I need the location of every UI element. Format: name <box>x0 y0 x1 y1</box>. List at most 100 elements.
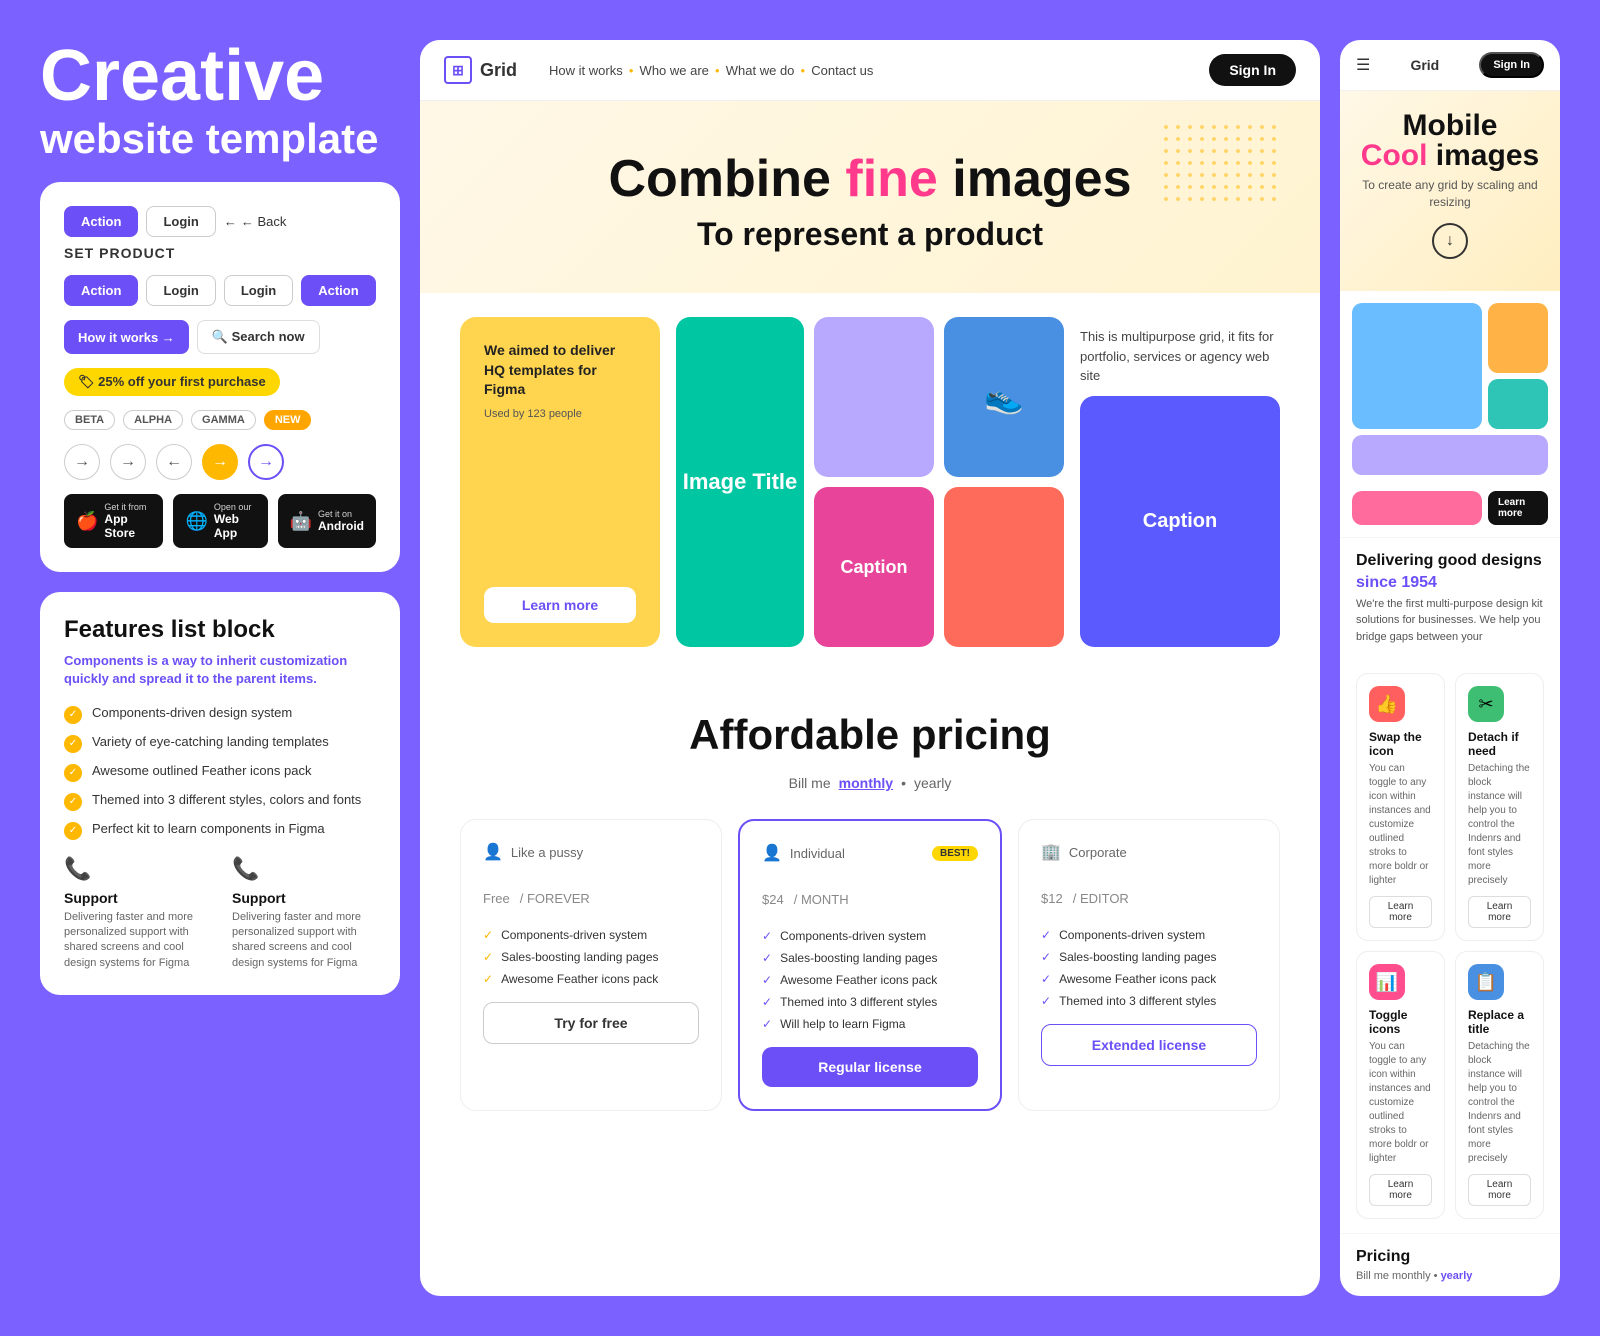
info-text: This is multipurpose grid, it fits for p… <box>1080 317 1280 386</box>
mobile-navbar: ☰ Grid Sign In <box>1340 40 1560 91</box>
nav-dot-2: ● <box>715 66 720 75</box>
yellow-card-text: We aimed to deliver HQ templates for Fig… <box>484 341 636 400</box>
detach-icon: ✂ <box>1468 686 1504 722</box>
feature-item-5: ✓ Perfect kit to learn components in Fig… <box>64 821 376 840</box>
mobile-pricing-title: Pricing <box>1356 1248 1544 1266</box>
action-btn-1[interactable]: Action <box>64 206 138 237</box>
price-period-free: / FOREVER <box>520 891 590 906</box>
webapp-top-label: Open our <box>214 502 256 512</box>
hamburger-icon[interactable]: ☰ <box>1356 55 1370 75</box>
webapp-bottom-label: Web App <box>214 512 256 540</box>
billing-monthly[interactable]: monthly <box>839 775 893 791</box>
grid-section: We aimed to deliver HQ templates for Fig… <box>420 293 1320 671</box>
arrow-btn-4[interactable]: → <box>202 444 238 480</box>
nav-link-what[interactable]: What we do <box>726 63 795 78</box>
login-btn-2[interactable]: Login <box>146 275 215 306</box>
feat-learn-btn-3[interactable]: Learn more <box>1369 1174 1432 1206</box>
button-row-1: Action Login ← ← Back SET PRODUCT <box>64 206 376 261</box>
login-btn-1[interactable]: Login <box>146 206 215 237</box>
nav-link-who[interactable]: Who we are <box>640 63 709 78</box>
tier-label-individual: Individual <box>790 846 845 861</box>
pf-label-free-3: Awesome Feather icons pack <box>501 972 658 986</box>
android-icon: 🤖 <box>290 511 312 532</box>
pf-ind-4: ✓Themed into 3 different styles <box>762 995 978 1009</box>
feat-learn-btn-4[interactable]: Learn more <box>1468 1174 1531 1206</box>
apple-icon: 🍎 <box>76 511 98 532</box>
pf-corp-1: ✓Components-driven system <box>1041 928 1257 942</box>
mobile-pricing: Pricing Bill me monthly • yearly <box>1340 1233 1560 1296</box>
arrow-btn-5[interactable]: → <box>248 444 284 480</box>
pf-label-ind-2: Sales-boosting landing pages <box>780 951 937 965</box>
action-btn-2[interactable]: Action <box>64 275 138 306</box>
web-icon: 🌐 <box>185 511 207 532</box>
pf-check-ind-3: ✓ <box>762 973 772 987</box>
image-grid: Image Title 👟 Caption <box>676 317 1064 647</box>
mobile-signin-btn[interactable]: Sign In <box>1479 52 1544 78</box>
arrow-btn-3[interactable]: ← <box>156 444 192 480</box>
mobile-billing-highlight[interactable]: yearly <box>1441 1270 1473 1282</box>
app-store-btn[interactable]: 🍎 Get it from App Store <box>64 494 163 548</box>
web-app-btn[interactable]: 🌐 Open our Web App <box>173 494 267 548</box>
feat-card-title-3: Toggle icons <box>1369 1008 1432 1036</box>
pf-check-ind-5: ✓ <box>762 1017 772 1031</box>
mobile-grid-purple <box>1352 435 1548 475</box>
hero-dots-decoration <box>1160 121 1280 201</box>
hero-title: Creative <box>40 40 400 112</box>
mobile-image-grid: Learn more <box>1340 291 1560 537</box>
pf-ind-2: ✓Sales-boosting landing pages <box>762 951 978 965</box>
pf-check-corp-4: ✓ <box>1041 994 1051 1008</box>
feat-card-title-2: Detach if need <box>1468 730 1531 758</box>
price-card-free: 👤 Like a pussy Free / FOREVER ✓Component… <box>460 819 722 1111</box>
feat-learn-btn-1[interactable]: Learn more <box>1369 896 1432 928</box>
check-icon-4: ✓ <box>64 793 82 811</box>
image-title-label: Image Title <box>683 469 798 495</box>
how-it-works-btn[interactable]: How it works → <box>64 320 189 354</box>
search-now-btn[interactable]: 🔍 Search now <box>197 320 320 354</box>
back-label: ← Back <box>241 214 287 229</box>
mobile-hero-title: Mobile <box>1356 111 1544 141</box>
android-bottom-label: Android <box>318 519 364 533</box>
support-icon-1: 📞 <box>64 856 208 882</box>
mobile-section-title-accent: since 1954 <box>1356 574 1544 592</box>
nav-logo-text: Grid <box>480 60 517 81</box>
info-card: This is multipurpose grid, it fits for p… <box>1080 317 1280 647</box>
login-btn-3[interactable]: Login <box>224 275 293 306</box>
billing-separator: • <box>901 775 906 791</box>
tier-label-free: Like a pussy <box>511 845 583 860</box>
tag-new: NEW <box>264 410 312 430</box>
nav-signin-btn[interactable]: Sign In <box>1209 54 1296 86</box>
regular-license-btn[interactable]: Regular license <box>762 1047 978 1087</box>
price-tier-free: 👤 Like a pussy <box>483 842 699 862</box>
arrow-btn-1[interactable]: → <box>64 444 100 480</box>
try-free-btn[interactable]: Try for free <box>483 1002 699 1044</box>
nav-link-how[interactable]: How it works <box>549 63 623 78</box>
support-row: 📞 Support Delivering faster and more per… <box>64 856 376 972</box>
back-nav: ← ← Back <box>224 214 287 229</box>
pf-label-ind-1: Components-driven system <box>780 929 926 943</box>
pf-free-3: ✓Awesome Feather icons pack <box>483 972 699 986</box>
mobile-learn-more-btn[interactable]: Learn more <box>1488 491 1548 525</box>
hero-heading: Combine fine images <box>460 151 1280 208</box>
feat-card-3: 📊 Toggle icons You can toggle to any ico… <box>1356 951 1445 1219</box>
nav-link-contact[interactable]: Contact us <box>811 63 873 78</box>
arrow-btn-2[interactable]: → <box>110 444 146 480</box>
learn-more-btn[interactable]: Learn more <box>484 587 636 623</box>
left-panel: Creative website template Action Login ←… <box>40 40 400 1296</box>
pf-label-corp-3: Awesome Feather icons pack <box>1059 972 1216 986</box>
pf-check-ind-1: ✓ <box>762 929 772 943</box>
feat-learn-btn-2[interactable]: Learn more <box>1468 896 1531 928</box>
action-btn-3[interactable]: Action <box>301 275 375 306</box>
features-title: Features list block <box>64 616 376 644</box>
billing-yearly[interactable]: yearly <box>914 775 951 791</box>
support-desc-1: Delivering faster and more personalized … <box>64 910 208 972</box>
ui-components-card: Action Login ← ← Back SET PRODUCT Action… <box>40 182 400 572</box>
price-value-free: Free <box>483 891 510 906</box>
extended-license-btn[interactable]: Extended license <box>1041 1024 1257 1066</box>
feature-text-3: Awesome outlined Feather icons pack <box>92 763 311 778</box>
android-btn[interactable]: 🤖 Get it on Android <box>278 494 376 548</box>
price-features-individual: ✓Components-driven system ✓Sales-boostin… <box>762 929 978 1031</box>
pf-label-free-1: Components-driven system <box>501 928 647 942</box>
mobile-title-2: images <box>1436 139 1539 172</box>
feat-card-1: 👍 Swap the icon You can toggle to any ic… <box>1356 673 1445 941</box>
mobile-hero-sub: To create any grid by scaling and resizi… <box>1356 177 1544 211</box>
